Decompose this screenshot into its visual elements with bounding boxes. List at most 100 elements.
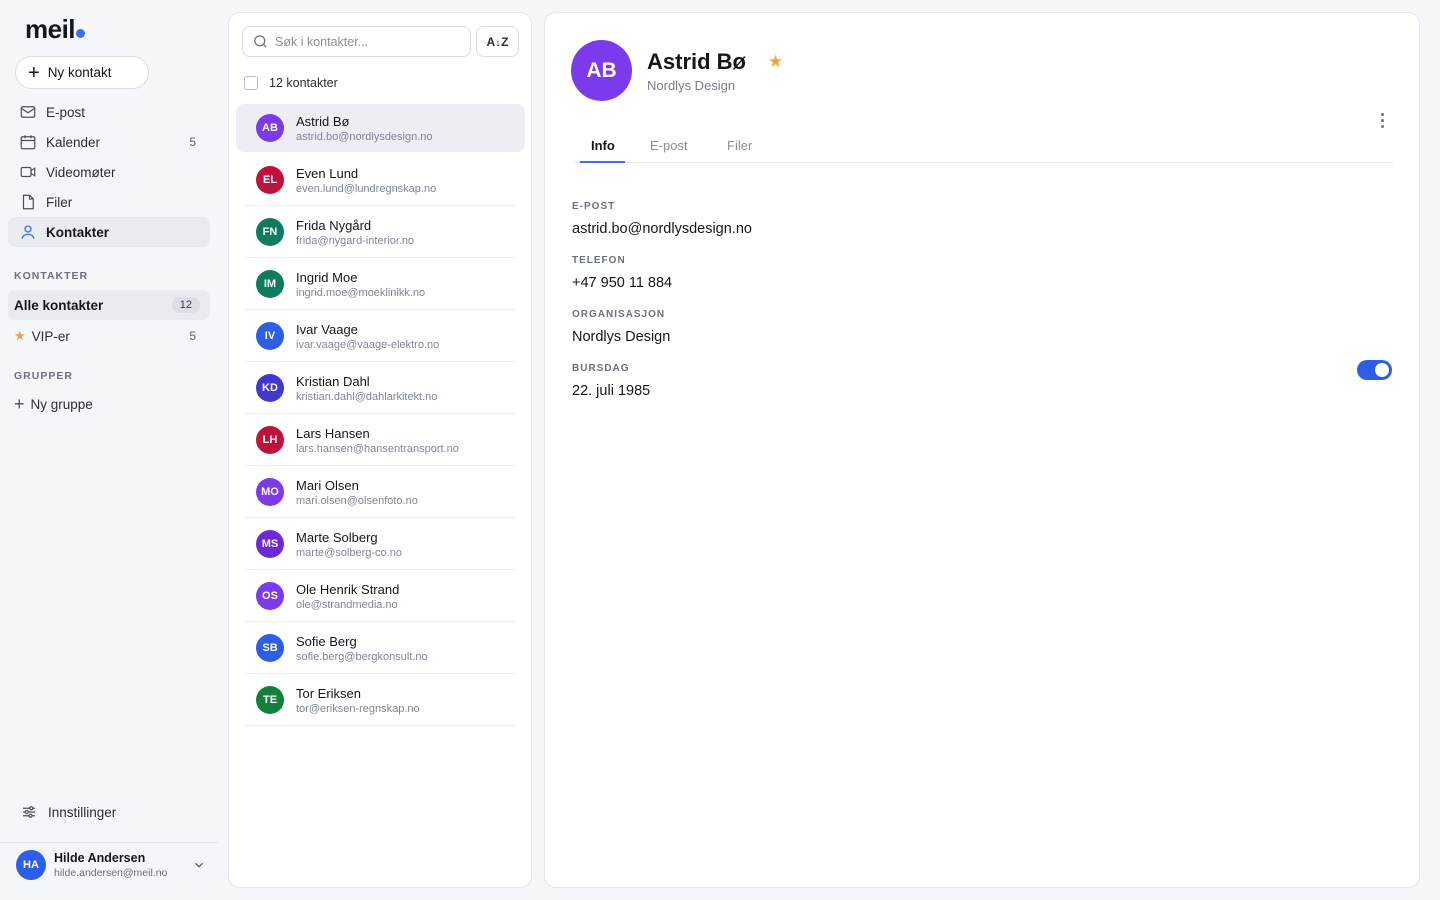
list-item[interactable]: FN Frida Nygård frida@nygard-interior.no: [236, 206, 525, 258]
contact-name: Marte Solberg: [296, 529, 378, 545]
list-item[interactable]: MS Marte Solberg marte@solberg-co.no: [236, 518, 525, 570]
contact-text: Marte Solberg marte@solberg-co.no: [296, 530, 402, 559]
more-options-icon[interactable]: [1373, 109, 1391, 131]
search-input[interactable]: [275, 34, 465, 49]
list-item[interactable]: IV Ivar Vaage ivar.vaage@vaage-elektro.no: [236, 310, 525, 362]
vip-item[interactable]: ★ VIP-er 5: [8, 321, 210, 351]
search-box[interactable]: [242, 26, 471, 57]
new-contact-label: Ny kontakt: [47, 65, 112, 80]
tab-files[interactable]: Filer: [727, 138, 752, 153]
contact-text: Astrid Bø astrid.bo@nordlysdesign.no: [296, 114, 433, 143]
list-item[interactable]: LH Lars Hansen lars.hansen@hansentransport…: [236, 414, 525, 466]
contacts-section-label: KONTAKTER: [14, 270, 89, 282]
user-menu[interactable]: HA Hilde Andersen hilde.andersen@meil.no: [16, 848, 206, 882]
contact-email: marte@solberg-co.no: [296, 546, 402, 559]
nav-item-label: Videomøter: [46, 164, 116, 180]
contact-email: ingrid.moe@moeklinikk.no: [296, 286, 426, 299]
contact-name: Ingrid Moe: [296, 269, 358, 285]
list-item[interactable]: TE Tor Eriksen tor@eriksen-regnskap.no: [236, 674, 525, 726]
calendar-icon: [20, 135, 36, 150]
list-item[interactable]: EL Even Lund even.lund@lundregnskap.no: [236, 154, 525, 206]
active-tab-indicator: [580, 161, 625, 163]
list-item[interactable]: MO Mari Olsen mari.olsen@olsenfoto.no: [236, 466, 525, 518]
settings-button[interactable]: Innstillinger: [20, 803, 116, 821]
avatar: KD: [256, 374, 284, 402]
mail-icon: [20, 106, 36, 118]
contact-email: ole@strandmedia.no: [296, 598, 398, 611]
contact-text: Mari Olsen mari.olsen@olsenfoto.no: [296, 478, 418, 507]
list-item[interactable]: SB Sofie Berg sofie.berg@bergkonsult.no: [236, 622, 525, 674]
user-name: Hilde Andersen: [54, 851, 146, 865]
nav-item-files[interactable]: Filer: [8, 187, 210, 217]
avatar: MS: [256, 530, 284, 558]
contact-text: Even Lund even.lund@lundregnskap.no: [296, 166, 436, 195]
sort-button[interactable]: A↓Z: [476, 26, 519, 57]
avatar: AB: [571, 40, 632, 101]
chevron-down-icon: [195, 862, 203, 868]
sidebar: meil + Ny kontakt E-post Kalender 5 Vide…: [0, 0, 218, 900]
contact-text: Tor Eriksen tor@eriksen-regnskap.no: [296, 686, 420, 715]
avatar: AB: [256, 114, 284, 142]
contact-name: Kristian Dahl: [296, 373, 370, 389]
search-icon: [254, 35, 267, 48]
contact-name: Sofie Berg: [296, 633, 357, 649]
detail-tabs: Info E-post Filer: [573, 133, 1393, 163]
contact-name: Astrid Bø: [647, 49, 746, 74]
email-label: E-POST: [572, 201, 616, 212]
vip-label: VIP-er: [31, 328, 70, 344]
organization-label: ORGANISASJON: [572, 309, 666, 320]
plus-icon: +: [14, 393, 25, 414]
nav-item-video[interactable]: Videomøter: [8, 157, 210, 187]
avatar: IV: [256, 322, 284, 350]
nav-item-label: E-post: [46, 104, 86, 120]
new-group-label: Ny gruppe: [30, 396, 93, 412]
avatar: FN: [256, 218, 284, 246]
nav-item-contacts[interactable]: Kontakter: [8, 217, 210, 247]
avatar: MO: [256, 478, 284, 506]
contact-text: Ivar Vaage ivar.vaage@vaage-elektro.no: [296, 322, 439, 351]
contact-text: Ingrid Moe ingrid.moe@moeklinikk.no: [296, 270, 425, 299]
nav-item-label: Filer: [46, 194, 73, 210]
list-item[interactable]: OS Ole Henrik Strand ole@strandmedia.no: [236, 570, 525, 622]
contact-email: lars.hansen@hansentransport.no: [296, 442, 459, 455]
tab-info[interactable]: Info: [591, 138, 615, 153]
birthday-label: BURSDAG: [572, 363, 630, 374]
favorite-star-icon[interactable]: ★: [768, 52, 783, 72]
avatar: SB: [256, 634, 284, 662]
email-value[interactable]: astrid.bo@nordlysdesign.no: [572, 221, 752, 237]
contact-name: Tor Eriksen: [296, 685, 362, 701]
list-item[interactable]: AB Astrid Bø astrid.bo@nordlysdesign.no: [236, 104, 525, 152]
list-item[interactable]: KD Kristian Dahl kristian.dahl@dahlarkitek…: [236, 362, 525, 414]
avatar: IM: [256, 270, 284, 298]
avatar: HA: [16, 850, 46, 880]
contact-text: Frida Nygård frida@nygard-interior.no: [296, 218, 414, 247]
nav-item-count: 5: [189, 135, 196, 149]
contact-name: Ole Henrik Strand: [296, 581, 400, 597]
contact-email: tor@eriksen-regnskap.no: [296, 702, 420, 715]
contact-count: 12 kontakter: [269, 76, 338, 90]
list-item[interactable]: IM Ingrid Moe ingrid.moe@moeklinikk.no: [236, 258, 525, 310]
groups-section-label: GRUPPER: [14, 370, 73, 382]
birthday-toggle[interactable]: [1357, 360, 1392, 380]
plus-icon: +: [28, 61, 40, 84]
new-group-button[interactable]: + Ny gruppe: [8, 389, 210, 419]
tab-email[interactable]: E-post: [650, 138, 688, 153]
user-email: hilde.andersen@meil.no: [54, 867, 168, 879]
file-icon: [22, 194, 34, 210]
nav-item-calendar[interactable]: Kalender 5: [8, 127, 210, 157]
user-divider: [0, 842, 218, 843]
new-contact-button[interactable]: + Ny kontakt: [15, 56, 149, 89]
all-contacts-item[interactable]: Alle kontakter 12: [8, 290, 210, 320]
avatar: OS: [256, 582, 284, 610]
phone-value[interactable]: +47 950 11 884: [572, 275, 672, 291]
organization-value: Nordlys Design: [572, 329, 671, 345]
select-all-checkbox[interactable]: [244, 76, 258, 90]
main-nav: E-post Kalender 5 Videomøter Filer Konta…: [8, 97, 210, 247]
nav-item-label: Kontakter: [46, 224, 110, 240]
contact-email: even.lund@lundregnskap.no: [296, 182, 437, 195]
avatar: EL: [256, 166, 284, 194]
nav-item-email[interactable]: E-post: [8, 97, 210, 127]
contact-email: frida@nygard-interior.no: [296, 234, 415, 247]
contact-name: Mari Olsen: [296, 477, 359, 493]
app-logo[interactable]: meil: [25, 14, 86, 45]
